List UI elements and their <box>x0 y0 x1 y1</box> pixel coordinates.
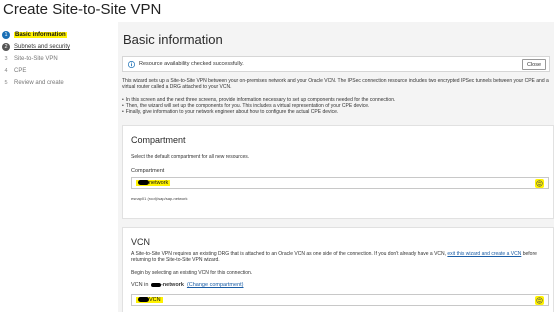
redaction-mark <box>150 282 161 287</box>
compartment-description: Select the default compartment for all n… <box>131 154 250 160</box>
redaction-mark <box>138 180 149 186</box>
vcn-title: VCN <box>131 237 151 247</box>
compartment-panel: Compartment Select the default compartme… <box>122 125 554 219</box>
success-alert: Resource availability checked successful… <box>122 56 550 72</box>
vcn-begin-text: Begin by selecting an existing VCN for t… <box>131 270 253 276</box>
title-bar: Create Site-to-Site VPN <box>0 0 554 22</box>
section-heading: Basic information <box>123 32 223 47</box>
step-number-4: 4 <box>4 68 8 74</box>
step-number-1: 1 <box>2 31 10 39</box>
intro-bullets: In this screen and the next three screen… <box>122 97 552 116</box>
compartment-field-label: Compartment <box>131 168 165 174</box>
step-basic-information[interactable]: 1 Basic information <box>2 30 67 40</box>
wizard-steps-sidebar: 1 Basic information 2 Subnets and securi… <box>0 22 118 312</box>
vcn-select[interactable]: VCN <box>131 294 549 306</box>
redaction-mark <box>138 297 149 303</box>
step-label-review-and-create: Review and create <box>14 80 64 86</box>
close-button[interactable]: Close <box>522 59 546 70</box>
step-label-basic-information: Basic information <box>14 32 67 38</box>
step-label-site-to-site-vpn: Site-to-Site VPN <box>14 56 58 62</box>
compartment-title: Compartment <box>131 135 186 145</box>
info-icon <box>128 60 135 68</box>
page-title: Create Site-to-Site VPN <box>3 1 162 18</box>
main-content: Basic information Resource availability … <box>118 22 554 312</box>
vcn-panel: VCN A Site-to-Site VPN requires an exist… <box>122 227 554 312</box>
vcn-in-label: VCN in -network (Change compartment) <box>131 282 244 288</box>
vcn-description: A Site-to-Site VPN requires an existing … <box>131 251 545 263</box>
step-site-to-site-vpn[interactable]: 3 Site-to-Site VPN <box>2 54 58 64</box>
compartment-select[interactable]: network <box>131 177 549 189</box>
vcn-compartment-name: -network <box>160 282 184 288</box>
vcn-in-prefix: VCN in <box>131 282 149 288</box>
bullet-item: Finally, give information to your networ… <box>122 109 552 115</box>
step-number-5: 5 <box>4 80 8 86</box>
step-label-subnets-and-security: Subnets and security <box>14 44 71 50</box>
alert-message: Resource availability checked successful… <box>139 61 244 67</box>
step-number-2: 2 <box>2 43 10 51</box>
compartment-path-hint: esnap01 (root)/sap/sap-network <box>131 196 188 201</box>
step-review-and-create[interactable]: 5 Review and create <box>2 78 64 88</box>
compartment-selected-value: network <box>149 180 169 186</box>
vcn-selected: VCN <box>136 297 163 303</box>
step-cpe[interactable]: 4 CPE <box>2 66 26 76</box>
exit-wizard-link[interactable]: exit this wizard and create a VCN <box>447 251 521 257</box>
vcn-description-text: A Site-to-Site VPN requires an existing … <box>131 251 448 257</box>
chevron-up-down-icon[interactable] <box>535 296 544 305</box>
vcn-selected-value: VCN <box>149 297 161 303</box>
compartment-selected: network <box>136 180 171 186</box>
step-label-cpe: CPE <box>14 68 27 74</box>
chevron-up-down-icon[interactable] <box>535 179 544 188</box>
intro-text: This wizard sets up a Site-to-Site VPN b… <box>122 78 549 91</box>
change-compartment-link[interactable]: (Change compartment) <box>187 282 244 288</box>
step-number-3: 3 <box>4 56 8 62</box>
step-subnets-and-security[interactable]: 2 Subnets and security <box>2 42 70 52</box>
